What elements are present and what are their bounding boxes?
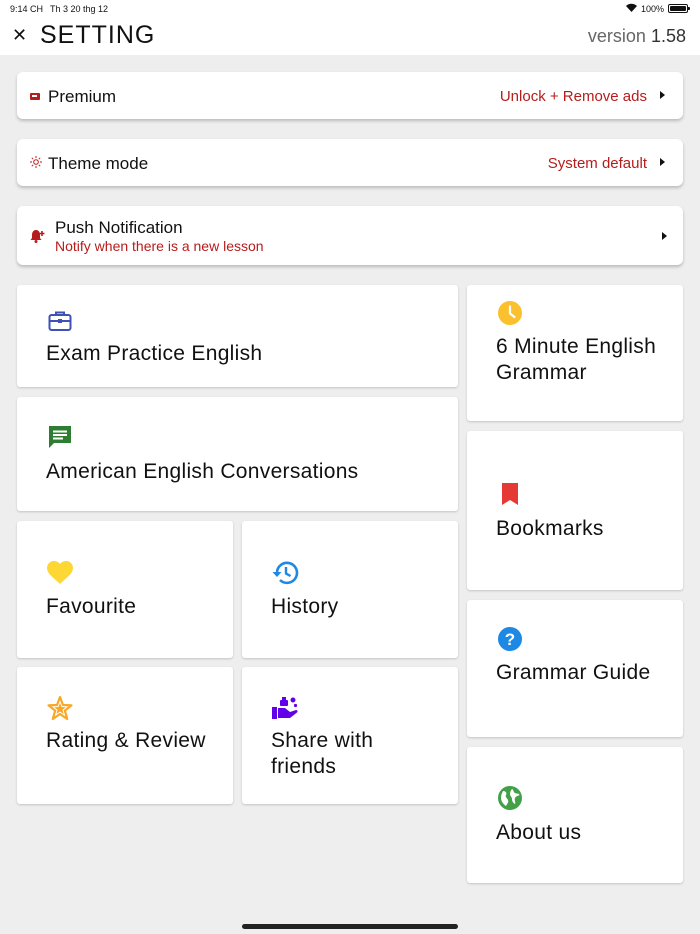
status-time: 9:14 CH <box>10 4 44 14</box>
chevron-right-icon <box>662 232 667 240</box>
briefcase-icon <box>46 307 74 335</box>
push-notification-subtitle: Notify when there is a new lesson <box>55 238 264 254</box>
rating-review-card[interactable]: Rating & Review <box>17 667 233 804</box>
share-friends-label: Share with friends <box>271 729 374 778</box>
version-text: version <box>587 26 646 46</box>
bookmark-icon <box>496 480 524 508</box>
theme-mode-value: System default <box>547 155 647 172</box>
close-icon[interactable]: ✕ <box>12 25 27 45</box>
grammar-guide-card[interactable]: ? Grammar Guide <box>467 600 683 737</box>
home-indicator[interactable] <box>242 924 458 929</box>
chevron-right-icon <box>660 158 665 166</box>
svg-text:?: ? <box>505 630 515 649</box>
push-notification-label: Push Notification <box>55 218 183 237</box>
american-conversations-label: American English Conversations <box>46 460 359 483</box>
heart-icon <box>46 559 74 587</box>
version-number: 1.58 <box>650 26 686 46</box>
status-date: Th 3 20 thg 12 <box>50 4 109 14</box>
six-minute-grammar-card[interactable]: 6 Minute English Grammar <box>467 285 683 421</box>
status-bar: 9:14 CH Th 3 20 thg 12 100% <box>0 0 700 18</box>
star-icon <box>46 694 74 722</box>
battery-icon <box>668 4 690 13</box>
wifi-icon <box>625 3 637 14</box>
globe-icon <box>496 784 524 812</box>
theme-mode-row[interactable]: Theme mode System default <box>17 139 683 186</box>
version-label: version 1.58 <box>588 26 686 47</box>
history-icon <box>271 559 299 587</box>
premium-row[interactable]: Premium Unlock + Remove ads <box>17 72 683 119</box>
premium-value: Unlock + Remove ads <box>499 88 647 105</box>
grammar-guide-label: Grammar Guide <box>496 661 651 684</box>
share-friends-card[interactable]: Share with friends <box>242 667 458 804</box>
page-title: SETTING <box>40 21 156 49</box>
about-us-card[interactable]: About us <box>467 747 683 883</box>
sun-icon <box>30 155 42 173</box>
exam-practice-card[interactable]: Exam Practice English <box>17 285 458 387</box>
exam-practice-label: Exam Practice English <box>46 342 263 365</box>
history-label: History <box>271 595 339 618</box>
status-right: 100% <box>625 3 690 14</box>
premium-label: Premium <box>48 87 117 106</box>
share-hand-icon <box>271 694 299 722</box>
rating-review-label: Rating & Review <box>46 729 206 752</box>
theme-mode-label: Theme mode <box>48 154 149 173</box>
bell-plus-icon <box>30 228 46 249</box>
battery-percent: 100% <box>640 3 664 14</box>
chat-icon <box>46 423 74 451</box>
favourite-card[interactable]: Favourite <box>17 521 233 658</box>
header: ✕ SETTING version 1.58 <box>0 18 700 55</box>
about-us-label: About us <box>496 821 582 844</box>
bookmarks-label: Bookmarks <box>496 517 604 540</box>
favourite-label: Favourite <box>46 595 137 618</box>
american-conversations-card[interactable]: American English Conversations <box>17 397 458 511</box>
six-minute-grammar-label: 6 Minute English Grammar <box>496 335 657 384</box>
clock-icon <box>496 299 524 327</box>
premium-icon <box>30 89 41 107</box>
chevron-right-icon <box>660 91 665 99</box>
push-notification-row[interactable]: Push Notification Notify when there is a… <box>17 206 683 265</box>
history-card[interactable]: History <box>242 521 458 658</box>
bookmarks-card[interactable]: Bookmarks <box>467 431 683 590</box>
question-icon: ? <box>496 625 524 653</box>
